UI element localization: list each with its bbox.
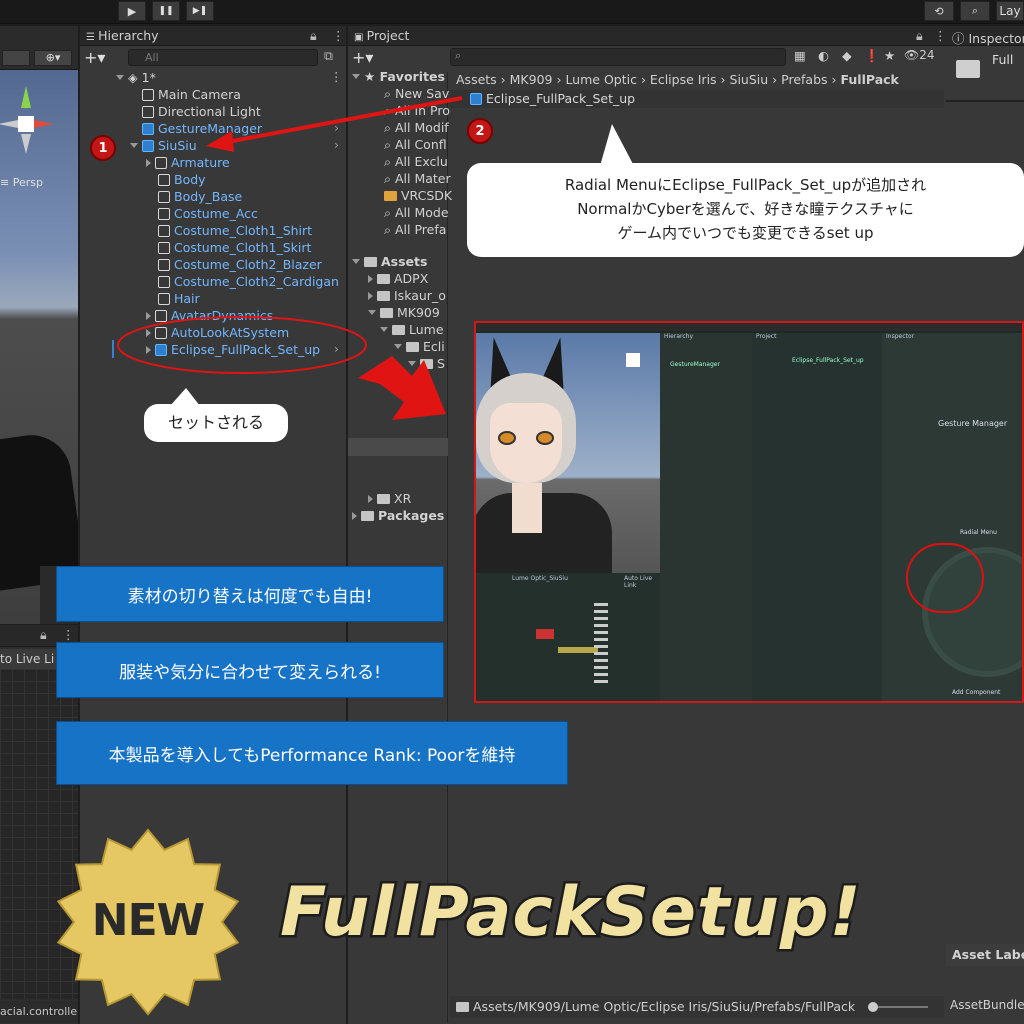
callout-line: Radial MenuにEclipse_FullPack_Set_upが追加され [564,176,927,194]
callout-line: NormalかCyberを選んで、好きな瞳テクスチャに [577,200,914,218]
feature-1: 素材の切り替えは何度でも自由! [57,567,443,621]
arrow-head [206,131,234,152]
step-1-badge: 1 [90,135,116,161]
big-red-arrow [358,356,446,420]
callout-set: セットされる [144,404,288,442]
feature-3: 本製品を導入してもPerformance Rank: Poorを維持 [57,722,567,784]
highlight-ellipse [117,316,367,374]
new-badge-text: NEW [91,895,205,946]
callout-line: ゲーム内でいつでも変更できるset up [617,224,874,242]
headline: FullPackSetup! [278,871,864,955]
callout-radial-menu: Radial MenuにEclipse_FullPack_Set_upが追加され… [467,163,1024,257]
feature-2: 服装や気分に合わせて変えられる! [57,643,443,697]
callout-tail [600,124,634,166]
arrow-line [221,96,463,145]
step-2-badge: 2 [467,118,493,144]
